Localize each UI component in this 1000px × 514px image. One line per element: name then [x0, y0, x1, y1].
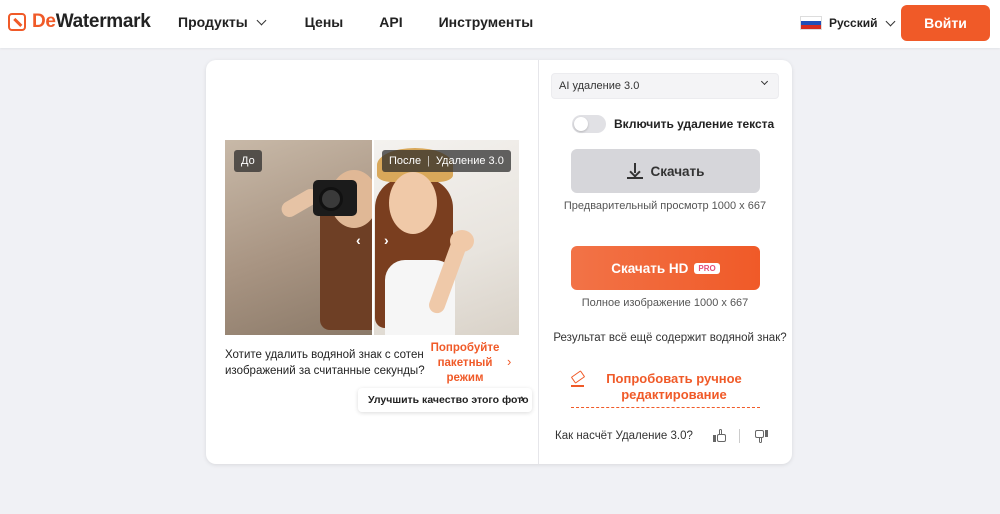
language-label: Русский — [829, 16, 878, 30]
nav-products-label: Продукты — [178, 14, 248, 30]
eraser-underline — [571, 385, 584, 387]
nav-tools-label: Инструменты — [438, 14, 534, 30]
text-removal-row: Включить удаление текста — [572, 115, 774, 133]
manual-edit-link[interactable]: Попробовать ручное редактирование — [570, 370, 760, 408]
download-icon — [626, 163, 643, 179]
compare-slider-handle[interactable] — [372, 140, 374, 335]
top-header: DeWatermark Продукты Цены API Инструмент… — [0, 0, 1000, 48]
still-watermark-question: Результат всё ещё содержит водяной знак? — [553, 332, 787, 344]
russia-flag-icon — [800, 16, 822, 30]
chevron-right-icon: › — [520, 393, 524, 405]
chevron-right-icon: › — [384, 232, 389, 248]
download-button[interactable]: Скачать — [571, 149, 760, 193]
eraser-icon — [570, 370, 586, 384]
language-selector[interactable]: Русский — [800, 16, 895, 30]
improve-quality-button[interactable]: Улучшить качество этого фото › — [358, 388, 532, 412]
full-size-note: Полное изображение 1000 x 667 — [581, 297, 749, 309]
login-button[interactable]: Войти — [901, 5, 990, 41]
after-photo-hand — [450, 230, 474, 252]
thumbs-down-icon[interactable] — [754, 429, 768, 443]
text-removal-toggle[interactable] — [572, 115, 606, 133]
logo-text: DeWatermark — [32, 11, 151, 32]
toggle-knob — [574, 117, 588, 131]
chevron-right-icon: › — [507, 354, 512, 369]
dewatermark-logo[interactable]: DeWatermark — [8, 11, 151, 33]
before-tag: До — [234, 150, 262, 172]
chevron-down-icon — [760, 77, 769, 86]
chevron-left-icon: ‹ — [356, 232, 361, 248]
camera-lens-graphic — [319, 187, 343, 211]
thumbs-up-icon[interactable] — [713, 429, 727, 443]
pro-badge: PRO — [694, 262, 720, 274]
model-select[interactable]: AI удаление 3.0 — [551, 73, 779, 99]
after-tag: После | Удаление 3.0 — [382, 150, 511, 172]
main-nav: Продукты Цены API Инструменты — [178, 14, 533, 30]
nav-tools[interactable]: Инструменты — [439, 14, 534, 30]
nav-prices[interactable]: Цены — [305, 14, 344, 30]
batch-mode-link[interactable]: Попробуйте пакетный режим — [430, 341, 500, 386]
batch-prompt: Хотите удалить водяной знак с сотен изоб… — [225, 349, 425, 377]
manual-edit-label: Попробовать ручное редактирование — [606, 371, 742, 402]
download-hd-label: Скачать HD — [611, 260, 689, 276]
panel-divider — [538, 60, 539, 464]
feedback-divider — [739, 429, 740, 443]
after-photo-face — [389, 172, 437, 234]
chevron-down-icon — [256, 15, 267, 25]
nav-products[interactable]: Продукты — [178, 14, 267, 30]
logo-icon — [8, 13, 26, 31]
result-card: ‹ › До После | Удаление 3.0 Хотите удалить… — [206, 60, 792, 464]
before-after-compare[interactable]: ‹ › До После | Удаление 3.0 — [225, 140, 519, 335]
nav-prices-label: Цены — [304, 14, 344, 30]
download-hd-button[interactable]: Скачать HD PRO — [571, 246, 760, 290]
nav-api[interactable]: API — [379, 14, 402, 30]
download-label: Скачать — [650, 163, 705, 179]
chevron-down-icon — [885, 16, 895, 26]
preview-size-note: Предварительный просмотр 1000 x 667 — [563, 200, 767, 212]
nav-api-label: API — [379, 14, 403, 30]
model-select-value: AI удаление 3.0 — [559, 80, 640, 92]
text-removal-label: Включить удаление текста — [614, 117, 775, 131]
feedback-question: Как насчёт Удаление 3.0? — [555, 430, 693, 442]
